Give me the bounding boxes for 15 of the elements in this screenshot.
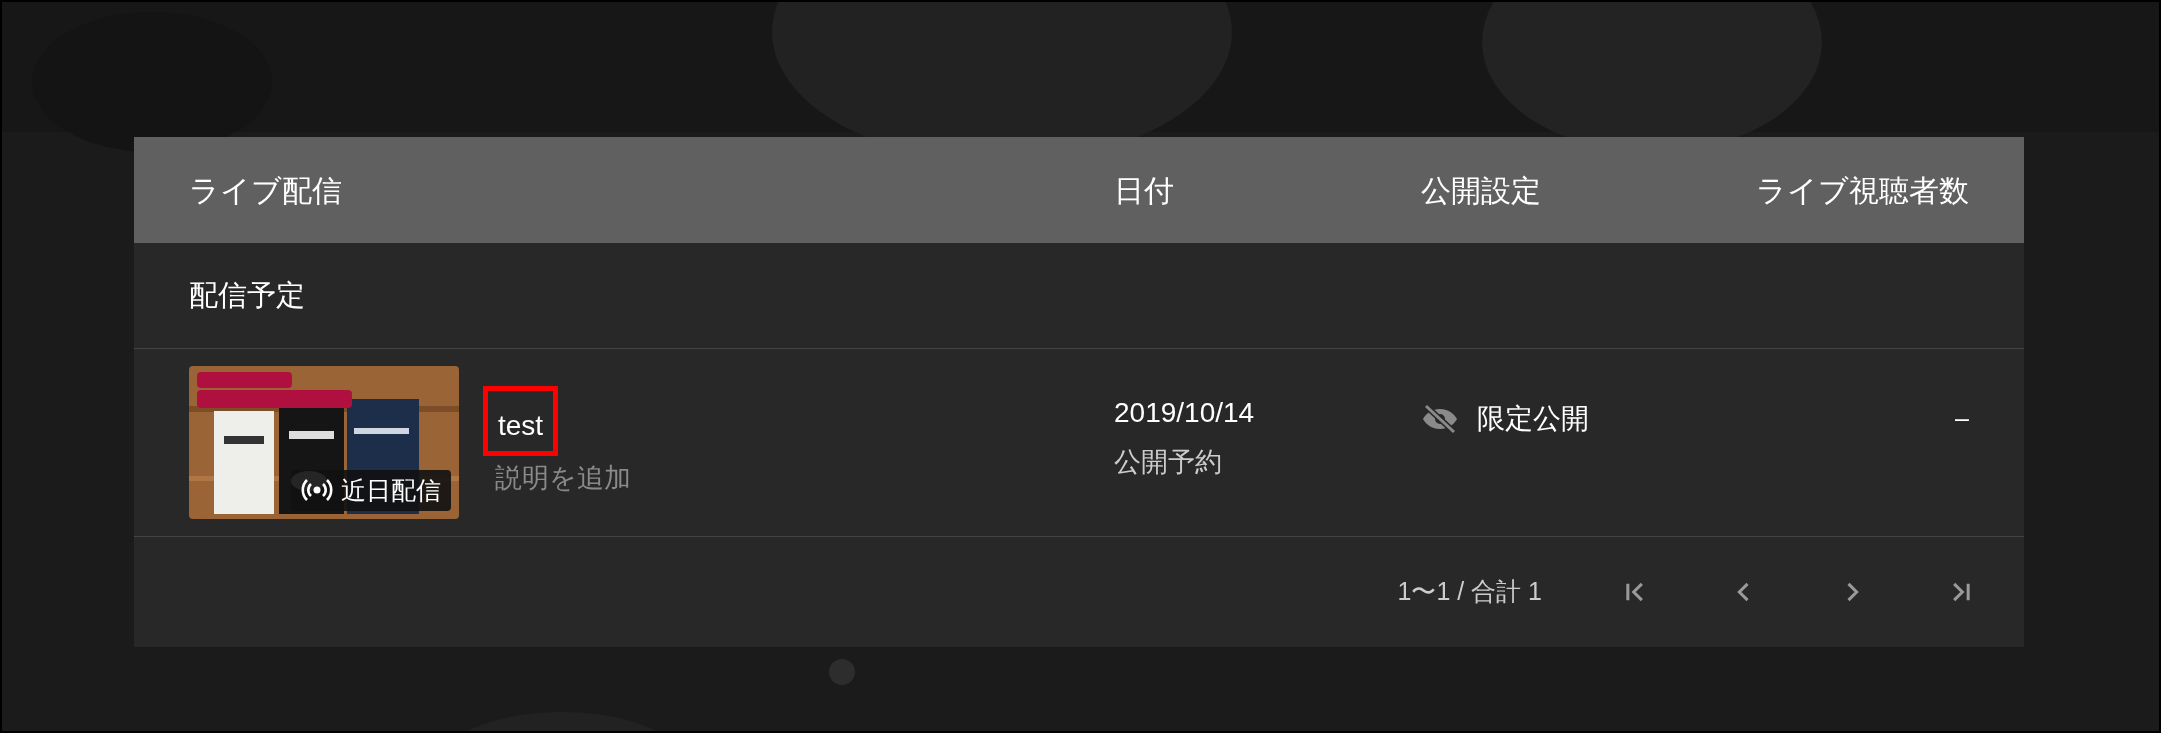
column-header: 日付: [1114, 172, 1175, 209]
eye-off-icon: [1421, 403, 1459, 434]
column-header: ライブ配信: [189, 172, 343, 209]
section-title: 配信予定: [189, 277, 305, 313]
date: 2019/10/14: [1114, 396, 1256, 431]
broadcast-icon: [301, 478, 333, 503]
date-status: 公開予約: [1114, 446, 1223, 480]
badge-label: 近日配信: [341, 474, 441, 506]
viewer-count: –: [1955, 402, 1969, 434]
description-placeholder[interactable]: 説明を追加: [495, 458, 631, 499]
video-title[interactable]: test: [483, 386, 559, 457]
column-header: 公開設定: [1421, 172, 1542, 209]
page-range: 1〜1 / 合計 1: [1397, 576, 1542, 608]
visibility-label: 限定公開: [1477, 401, 1589, 436]
column-header: ライブ視聴者数: [1756, 172, 1969, 209]
